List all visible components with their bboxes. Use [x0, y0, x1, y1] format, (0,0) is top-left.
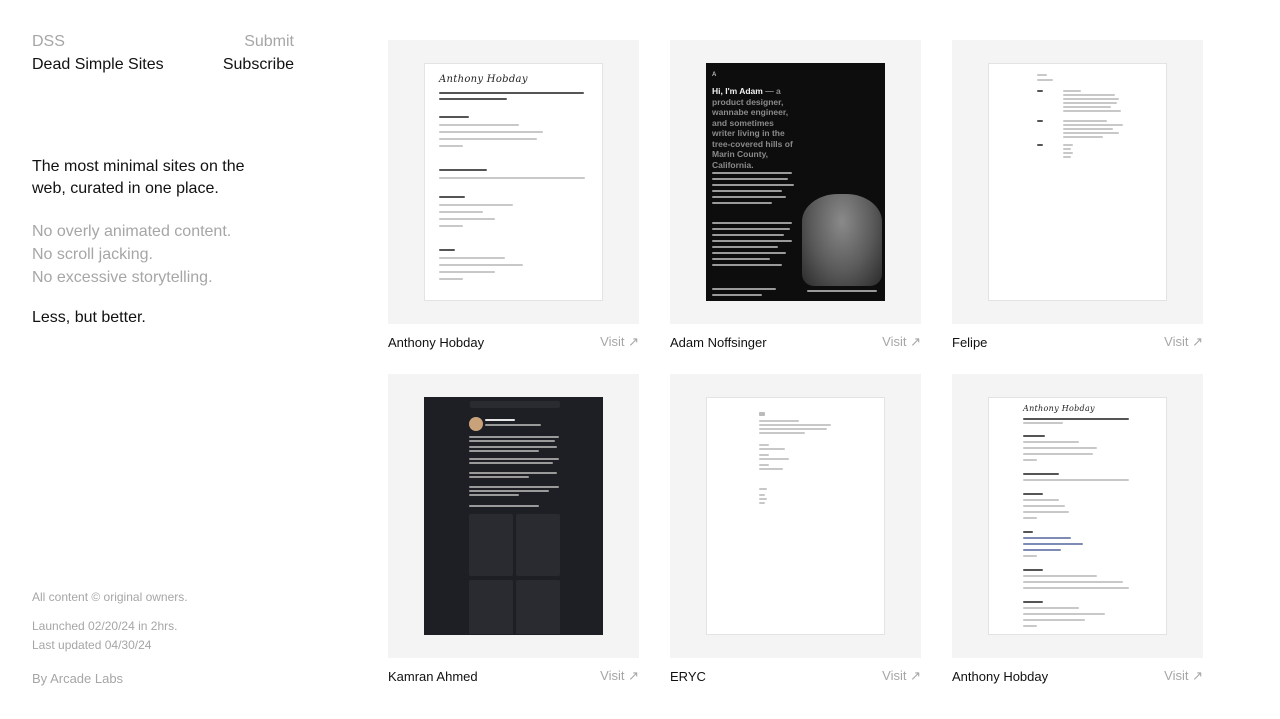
negative-item: No excessive storytelling.	[32, 269, 213, 286]
negative-item: No scroll jacking.	[32, 246, 153, 263]
brand-short: DSS	[32, 33, 65, 50]
site-preview: A Hi, I'm Adam — a product designer, wan…	[706, 63, 885, 301]
preview-logo: A	[712, 72, 717, 78]
visit-link[interactable]: Visit ↗	[882, 334, 921, 350]
visit-link[interactable]: Visit ↗	[882, 668, 921, 684]
submit-link[interactable]: Submit	[244, 30, 294, 53]
brand-home-link[interactable]: Dead Simple Sites	[32, 53, 164, 76]
tagline: The most minimal sites on the web, curat…	[32, 158, 245, 197]
site-preview	[988, 63, 1167, 301]
brand-row: DSS Dead Simple Sites Submit Subscribe	[32, 30, 294, 76]
site-title: ERYC	[670, 668, 706, 684]
visit-link[interactable]: Visit ↗	[600, 334, 639, 350]
site-thumbnail[interactable]: Anthony Hobday	[952, 374, 1203, 658]
site-thumbnail[interactable]: A Hi, I'm Adam — a product designer, wan…	[670, 40, 921, 324]
site-card: Felipe Visit ↗	[952, 40, 1203, 350]
site-title: Kamran Ahmed	[388, 668, 478, 684]
motto: Less, but better.	[32, 309, 146, 326]
preview-terrain-image	[802, 194, 882, 286]
subscribe-link[interactable]: Subscribe	[223, 53, 294, 76]
visit-link[interactable]: Visit ↗	[600, 668, 639, 684]
site-card: Anthony Hobday Anthony Hobday Visit ↗	[952, 374, 1203, 684]
site-preview	[424, 397, 603, 635]
site-title: Felipe	[952, 334, 988, 350]
launched-text: Launched 02/20/24 in 2hrs.	[32, 619, 178, 633]
preview-hero: Hi, I'm Adam — a product designer, wanna…	[712, 86, 793, 170]
arcade-labs-link[interactable]: By Arcade Labs	[32, 669, 188, 688]
site-thumbnail[interactable]	[388, 374, 639, 658]
updated-text: Last updated 04/30/24	[32, 638, 152, 652]
site-card: ERYC Visit ↗	[670, 374, 921, 684]
site-card: Anthony Hobday Anthony Hobday Visit ↗	[388, 40, 639, 350]
site-card: A Hi, I'm Adam — a product designer, wan…	[670, 40, 921, 350]
negative-item: No overly animated content.	[32, 223, 232, 240]
site-title: Anthony Hobday	[388, 334, 485, 350]
sidebar: DSS Dead Simple Sites Submit Subscribe T…	[32, 30, 294, 700]
visit-link[interactable]: Visit ↗	[1164, 334, 1203, 350]
site-thumbnail[interactable]	[670, 374, 921, 658]
preview-signature: Anthony Hobday	[439, 74, 528, 85]
copyright-text: All content © original owners.	[32, 590, 188, 604]
site-thumbnail[interactable]	[952, 40, 1203, 324]
negatives-list: No overly animated content. No scroll ja…	[32, 220, 294, 289]
site-title: Adam Noffsinger	[670, 334, 767, 350]
site-preview	[706, 397, 885, 635]
sites-grid: Anthony Hobday Anthony Hobday Visit ↗ A …	[388, 40, 1203, 684]
site-preview: Anthony Hobday	[988, 397, 1167, 635]
footer: All content © original owners. Launched …	[32, 588, 188, 688]
site-preview: Anthony Hobday	[424, 63, 603, 301]
preview-avatar	[469, 417, 483, 431]
site-thumbnail[interactable]: Anthony Hobday	[388, 40, 639, 324]
preview-signature: Anthony Hobday	[1023, 404, 1095, 413]
visit-link[interactable]: Visit ↗	[1164, 668, 1203, 684]
site-title: Anthony Hobday	[952, 668, 1049, 684]
site-card: Kamran Ahmed Visit ↗	[388, 374, 639, 684]
